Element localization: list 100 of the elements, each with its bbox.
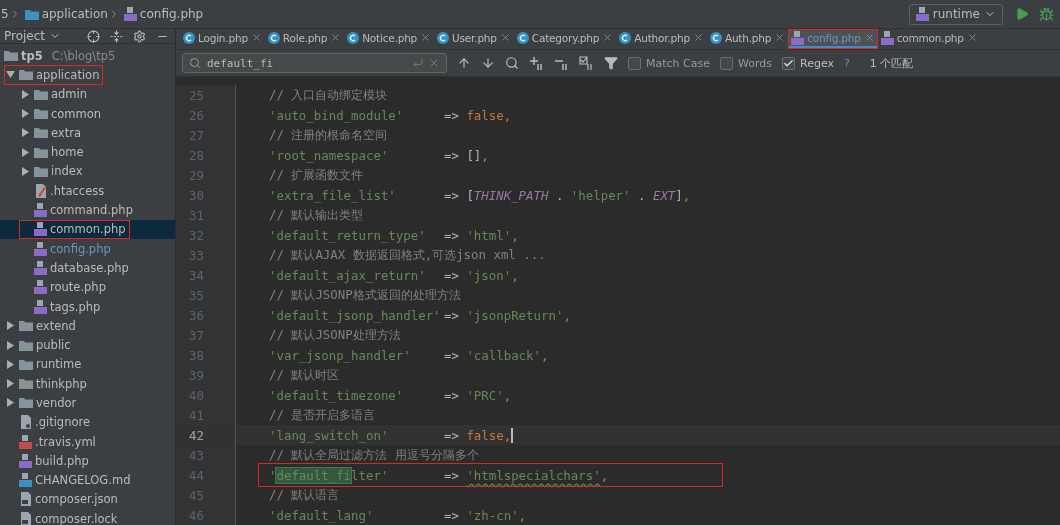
run-configuration-dropdown[interactable]: runtime (908, 3, 1003, 25)
string-literal: 'extra_file_list' (269, 187, 396, 203)
run-icon[interactable] (1015, 7, 1029, 21)
editor-tab[interactable]: common.php (877, 29, 981, 49)
tree-item[interactable]: .gitignore (0, 412, 175, 432)
editor-tab[interactable]: Category.php (513, 29, 617, 49)
collapsed-arrow-icon[interactable] (6, 321, 14, 331)
breadcrumb-item[interactable]: 5 (1, 7, 9, 21)
collapsed-arrow-icon[interactable] (21, 147, 29, 157)
search-field[interactable]: default_fi (182, 53, 447, 73)
editor-tab[interactable]: Author.php (616, 29, 707, 49)
class-icon (347, 31, 360, 44)
breadcrumb-item[interactable]: config.php (123, 7, 204, 21)
tree-item[interactable]: database.php (0, 258, 175, 278)
select-all-icon[interactable] (579, 56, 594, 70)
locate-icon[interactable] (87, 29, 100, 43)
collapsed-arrow-icon[interactable] (21, 109, 29, 119)
string-literal: lter' (351, 467, 389, 483)
filter-icon[interactable] (604, 56, 618, 70)
folder-icon (34, 127, 48, 139)
option-checkbox[interactable]: Regex (782, 56, 834, 70)
tree-item[interactable]: admin (0, 84, 175, 104)
collapsed-arrow-icon[interactable] (6, 359, 14, 369)
search-input[interactable]: default_fi (205, 55, 408, 71)
collapsed-arrow-icon[interactable] (6, 340, 14, 350)
code-text: ] (675, 187, 683, 203)
tree-item[interactable]: runtime (0, 354, 175, 375)
collapsed-arrow-icon[interactable] (6, 379, 14, 389)
close-icon[interactable] (966, 32, 978, 43)
close-icon[interactable] (420, 32, 432, 43)
tree-item[interactable]: composer.lock (0, 509, 175, 525)
tree-item[interactable]: public (0, 335, 175, 355)
folder-icon (34, 88, 48, 100)
file-name: database.php (50, 260, 129, 275)
php-file-icon (880, 30, 894, 45)
close-icon[interactable] (774, 32, 786, 43)
add-selection-icon[interactable] (529, 56, 544, 70)
code-text: . (554, 187, 565, 203)
project-view-dropdown[interactable]: Project (4, 29, 62, 43)
option-checkbox[interactable]: Match Case (628, 56, 710, 70)
close-icon[interactable] (499, 32, 511, 43)
tree-item[interactable]: vendor (0, 393, 175, 413)
collapsed-arrow-icon[interactable] (21, 89, 29, 99)
find-all-icon[interactable] (505, 56, 519, 70)
file-name: .htaccess (50, 183, 105, 198)
tree-item[interactable]: application (0, 65, 175, 85)
editor-tab[interactable]: User.php (434, 29, 514, 49)
punctuation: , (541, 347, 549, 363)
string-literal: 'helper' (570, 187, 631, 203)
collapsed-arrow-icon[interactable] (6, 398, 14, 408)
previous-occurrence-icon[interactable] (457, 56, 471, 70)
tree-item[interactable]: index (0, 161, 175, 182)
tree-item[interactable]: CHANGELOG.md (0, 470, 175, 490)
string-literal: 'zh-cn' (466, 507, 519, 523)
next-occurrence-icon[interactable] (481, 56, 495, 70)
tree-item[interactable]: common (0, 103, 175, 124)
close-icon[interactable] (692, 32, 704, 43)
tree-item[interactable]: home (0, 142, 175, 162)
punctuation: , (511, 227, 519, 243)
arrow-operator: => (444, 227, 459, 243)
help-link[interactable]: ? (844, 56, 850, 70)
tree-item[interactable]: tags.php (0, 296, 175, 317)
file-name: command.php (50, 203, 133, 217)
close-icon[interactable] (250, 32, 262, 43)
tree-item[interactable]: config.php (0, 238, 175, 259)
folder-icon (34, 146, 48, 158)
tree-item[interactable]: thinkphp (0, 374, 175, 394)
php-file-icon (34, 241, 47, 256)
editor-tab[interactable]: Auth.php (706, 29, 789, 49)
file-name: .gitignore (35, 415, 91, 430)
json-file-icon (19, 492, 32, 507)
tree-item[interactable]: command.php (0, 200, 175, 220)
collapsed-arrow-icon[interactable] (21, 166, 29, 176)
option-checkbox[interactable]: Words (720, 56, 772, 70)
collapse-all-icon[interactable] (110, 29, 123, 43)
tree-item[interactable]: route.php (0, 277, 175, 297)
tree-item[interactable]: extra (0, 123, 175, 143)
expanded-arrow-icon[interactable] (5, 71, 15, 79)
string-literal: 'lang_switch_on' (269, 427, 389, 443)
editor-tab[interactable]: Role.php (264, 29, 345, 49)
code-comment: // 默认输出类型 (269, 206, 364, 224)
debug-icon[interactable] (1039, 6, 1054, 22)
tree-item[interactable]: composer.json (0, 489, 175, 510)
editor-tab[interactable]: Login.php (180, 29, 265, 49)
tree-item[interactable]: common.php (0, 219, 175, 239)
settings-icon[interactable] (133, 29, 146, 43)
php-file-icon (34, 299, 47, 314)
arrow-operator: => (444, 467, 459, 483)
tree-item[interactable]: .travis.yml (0, 431, 175, 452)
tree-item[interactable]: build.php (0, 451, 175, 471)
tree-item[interactable]: extend (0, 316, 175, 336)
tree-item[interactable]: .htaccess (0, 181, 175, 201)
project-root-name[interactable]: tp5 (21, 48, 43, 63)
editor-tab[interactable]: Notice.php (344, 29, 435, 49)
close-icon[interactable] (330, 32, 342, 43)
php-file-icon (915, 7, 929, 21)
breadcrumb-item[interactable]: application (24, 7, 108, 21)
file-name: common (51, 106, 102, 121)
close-icon[interactable] (602, 32, 614, 43)
collapsed-arrow-icon[interactable] (21, 128, 29, 138)
